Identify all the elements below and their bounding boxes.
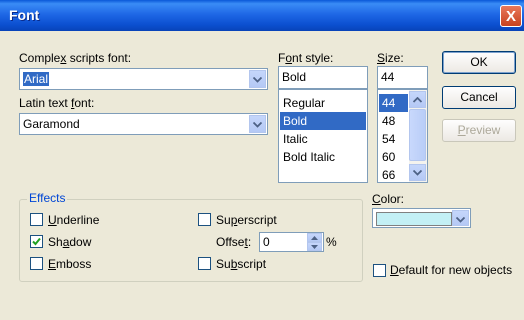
effects-group-title: Effects	[27, 191, 68, 205]
font-style-list[interactable]: Regular Bold Italic Bold Italic	[278, 89, 368, 183]
latin-text-font-label: Latin text font:	[19, 96, 95, 110]
size-option[interactable]: 48	[379, 112, 408, 130]
font-style-input-value: Bold	[282, 70, 307, 84]
chevron-up-icon	[413, 97, 422, 103]
latin-text-font-value: Garamond	[23, 117, 80, 131]
size-input[interactable]: 44	[377, 66, 428, 89]
latin-text-dropdown-button[interactable]	[249, 115, 266, 133]
dialog-title: Font	[9, 7, 40, 23]
offset-spinbox[interactable]: 0	[259, 232, 324, 252]
complex-scripts-font-label: Complex scripts font:	[19, 51, 132, 65]
emboss-label: Emboss	[48, 257, 92, 271]
default-new-objects-checkbox[interactable]	[373, 264, 386, 277]
shadow-label: Shadow	[48, 235, 92, 249]
scroll-thumb[interactable]	[409, 109, 426, 161]
scroll-down-button[interactable]	[409, 164, 426, 181]
chevron-up-icon	[311, 236, 318, 240]
color-label: Color:	[372, 192, 405, 206]
offset-value: 0	[263, 235, 270, 249]
close-button[interactable]: X	[500, 5, 522, 27]
subscript-checkbox[interactable]	[198, 257, 211, 270]
default-new-objects-label: Default for new objects	[390, 263, 513, 277]
color-swatch	[376, 212, 452, 226]
font-style-label: Font style:	[278, 51, 334, 65]
checkmark-icon	[32, 237, 41, 246]
chevron-down-icon	[413, 170, 422, 176]
offset-label: Offset:	[216, 235, 252, 249]
spin-up-button[interactable]	[307, 233, 322, 242]
complex-scripts-dropdown-button[interactable]	[249, 70, 266, 88]
cancel-button[interactable]: Cancel	[442, 86, 516, 109]
scroll-up-button[interactable]	[409, 91, 426, 108]
title-bar[interactable]: Font X	[0, 0, 524, 31]
font-style-option-italic[interactable]: Italic	[280, 130, 366, 148]
spin-down-button[interactable]	[307, 242, 322, 251]
color-picker[interactable]	[372, 208, 471, 228]
subscript-label: Subscript	[216, 257, 267, 271]
underline-checkbox[interactable]	[30, 213, 43, 226]
font-style-option-bold-italic[interactable]: Bold Italic	[280, 148, 366, 166]
size-option[interactable]: 66	[379, 166, 408, 182]
complex-scripts-font-value: Arial	[23, 72, 50, 86]
underline-label: Underline	[48, 213, 100, 227]
latin-text-font-combobox[interactable]: Garamond	[19, 113, 268, 135]
size-option[interactable]: 54	[379, 130, 408, 148]
offset-unit: %	[326, 235, 337, 249]
color-dropdown-button[interactable]	[452, 210, 469, 226]
chevron-down-icon	[456, 217, 465, 223]
chevron-down-icon	[311, 245, 318, 249]
size-input-value: 44	[381, 70, 395, 84]
superscript-checkbox[interactable]	[198, 213, 211, 226]
emboss-checkbox[interactable]	[30, 257, 43, 270]
size-scrollbar[interactable]	[409, 90, 427, 182]
complex-scripts-font-combobox[interactable]: Arial	[19, 68, 268, 90]
ok-button[interactable]: OK	[442, 51, 516, 74]
chevron-down-icon	[253, 122, 262, 128]
font-dialog: Font X Complex scripts font: Arial Latin…	[0, 0, 524, 320]
preview-button: Preview	[442, 119, 516, 142]
shadow-checkbox[interactable]	[30, 235, 43, 248]
font-style-option-bold[interactable]: Bold	[280, 112, 366, 130]
size-option[interactable]: 44	[379, 94, 408, 112]
size-list[interactable]: 44 48 54 60 66	[377, 89, 428, 183]
font-style-option-regular[interactable]: Regular	[280, 94, 366, 112]
superscript-label: Superscript	[216, 213, 277, 227]
size-option[interactable]: 60	[379, 148, 408, 166]
size-label: Size:	[377, 51, 404, 65]
chevron-down-icon	[253, 77, 262, 83]
font-style-input[interactable]: Bold	[278, 66, 368, 89]
